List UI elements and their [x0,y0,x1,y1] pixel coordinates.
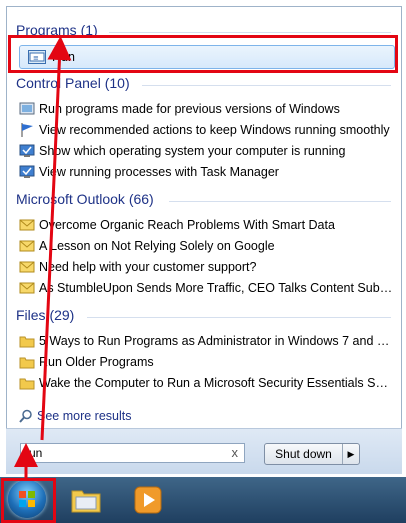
control-panel-item[interactable]: View running processes with Task Manager [19,162,393,182]
section-divider [142,85,391,86]
start-highlight-annotation [1,478,56,523]
envelope-icon [19,280,35,296]
file-item[interactable]: Run Older Programs [19,352,393,372]
outlook-header: Microsoft Outlook (66) [16,191,154,207]
task-manager-icon [19,164,35,180]
section-divider [169,201,391,202]
see-more-results-link[interactable]: See more results [19,409,131,423]
file-item[interactable]: Wake the Computer to Run a Microsoft Sec… [19,373,393,393]
envelope-icon [19,259,35,275]
files-header: Files (29) [16,307,75,323]
run-icon: ≡ [28,50,46,64]
clear-search-icon[interactable]: x [232,444,239,462]
taskbar [0,477,406,523]
search-input[interactable]: run x [20,443,245,463]
control-panel-header: Control Panel (10) [16,75,130,91]
run-program-item[interactable]: ≡ Run [19,45,395,69]
start-menu: Programs (1) ≡ Run Control Panel (10) Ru… [6,6,402,473]
control-panel-item[interactable]: View recommended actions to keep Windows… [19,120,393,140]
magnifier-icon [19,409,33,423]
programs-header: Programs (1) [16,22,98,38]
folder-icon [19,375,35,391]
section-divider [109,32,391,33]
folder-icon [19,333,35,349]
shutdown-button[interactable]: Shut down [265,444,343,464]
shutdown-button-group: Shut down ▶ [264,443,360,465]
control-panel-item[interactable]: Run programs made for previous versions … [19,99,393,119]
section-divider [87,317,391,318]
outlook-item[interactable]: Overcome Organic Reach Problems With Sma… [19,215,393,235]
outlook-item[interactable]: As StumbleUpon Sends More Traffic, CEO T… [19,278,393,298]
system-monitor-icon [19,143,35,159]
file-item[interactable]: 5 Ways to Run Programs as Administrator … [19,331,393,351]
control-panel-item[interactable]: Show which operating system your compute… [19,141,393,161]
action-center-flag-icon [19,122,35,138]
outlook-item[interactable]: A Lesson on Not Relying Solely on Google [19,236,393,256]
folder-icon [19,354,35,370]
search-area: run x Shut down ▶ [6,428,402,474]
envelope-icon [19,217,35,233]
svg-text:≡: ≡ [33,54,39,62]
envelope-icon [19,238,35,254]
explorer-taskbar-icon[interactable] [70,485,102,515]
media-player-taskbar-icon[interactable] [132,485,164,515]
shutdown-options-arrow-icon[interactable]: ▶ [343,449,359,460]
outlook-item[interactable]: Need help with your customer support? [19,257,393,277]
compatibility-icon [19,101,35,117]
run-label: Run [52,50,75,64]
